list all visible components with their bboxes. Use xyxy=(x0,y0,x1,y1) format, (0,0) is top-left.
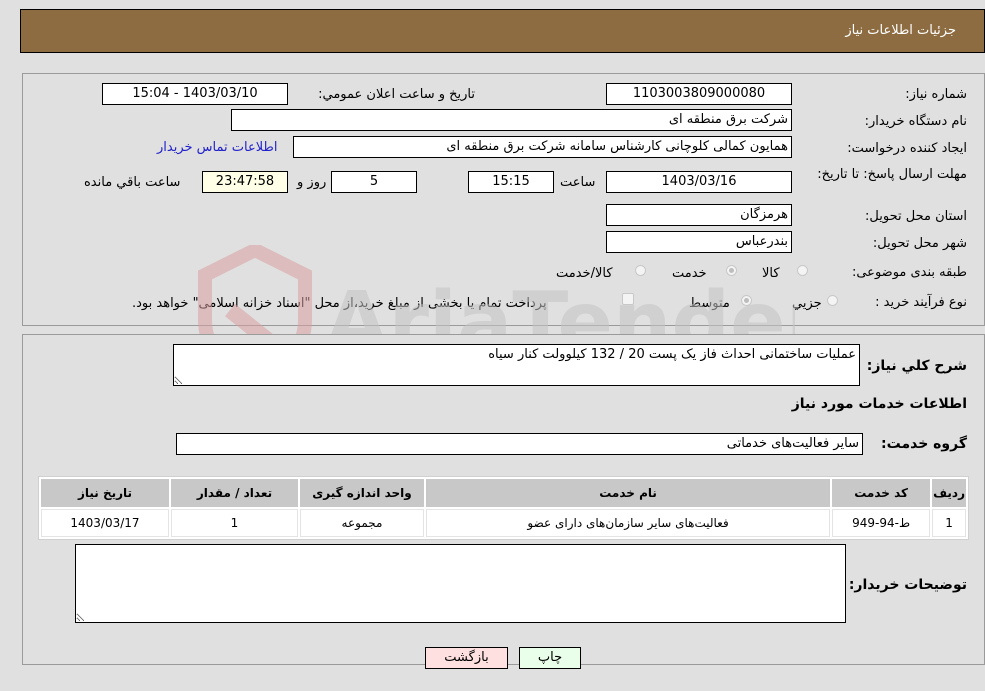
service-group-label: گروه خدمت: xyxy=(881,436,967,452)
purchase-type-radio-minor[interactable] xyxy=(827,295,838,306)
table-row: 1 ط-94-949 فعالیت‌های سایر سازمان‌های دا… xyxy=(41,509,966,537)
page-header: جزئیات اطلاعات نیاز xyxy=(20,9,985,53)
need-number-label: شماره نیاز: xyxy=(905,87,967,102)
col-service-code: کد خدمت xyxy=(832,479,931,507)
back-button[interactable]: بازگشت xyxy=(425,647,508,669)
col-row-number: رديف xyxy=(932,479,966,507)
buyer-org-label: نام دستگاه خريدار: xyxy=(864,114,967,129)
cell-unit: مجموعه xyxy=(300,509,424,537)
buyer-org-field: شرکت برق منطقه ای xyxy=(231,109,792,131)
cell-quantity: 1 xyxy=(171,509,298,537)
remaining-time-field: 23:47:58 xyxy=(202,171,288,193)
cell-row-number: 1 xyxy=(932,509,966,537)
province-field: هرمزگان xyxy=(606,204,792,226)
cell-service-code: ط-94-949 xyxy=(832,509,931,537)
buyer-notes-label: توضیحات خریدار: xyxy=(848,577,967,593)
services-table: رديف کد خدمت نام خدمت واحد اندازه گیری ت… xyxy=(38,476,969,540)
category-radio-goods[interactable] xyxy=(797,265,808,276)
requester-label: ایجاد کننده درخواست: xyxy=(847,141,967,156)
announce-datetime-label: تاریخ و ساعت اعلان عمومي: xyxy=(318,87,475,102)
purchase-type-option-medium: متوسط xyxy=(689,296,730,311)
col-service-name: نام خدمت xyxy=(426,479,831,507)
category-option-service: خدمت xyxy=(672,266,707,281)
province-label: استان محل تحویل: xyxy=(865,209,967,224)
city-label: شهر محل تحویل: xyxy=(872,236,967,251)
days-label: روز و xyxy=(297,175,327,190)
cell-service-name: فعالیت‌های سایر سازمان‌های دارای عضو xyxy=(426,509,831,537)
category-label: طبقه بندی موضوعی: xyxy=(851,265,967,280)
purchase-type-option-minor: جزيي xyxy=(792,296,822,311)
cell-need-date: 1403/03/17 xyxy=(41,509,169,537)
deadline-date-field: 1403/03/16 xyxy=(606,171,792,193)
table-header-row: رديف کد خدمت نام خدمت واحد اندازه گیری ت… xyxy=(41,479,966,507)
description-label: شرح کلي نياز: xyxy=(866,358,967,374)
buyer-notes-textarea[interactable] xyxy=(75,544,846,623)
deadline-time-field: 15:15 xyxy=(468,171,554,193)
buyer-contact-link[interactable]: اطلاعات تماس خریدار xyxy=(157,140,277,155)
deadline-label: مهلت ارسال پاسخ: تا تاریخ: xyxy=(817,166,967,184)
description-textarea[interactable]: عملیات ساختمانی احداث فاز یک پست 20 / 13… xyxy=(173,344,860,386)
treasury-note: پرداخت تمام یا بخشی از مبلغ خرید،از محل … xyxy=(132,296,547,311)
service-group-field: سایر فعالیت‌های خدماتی xyxy=(176,433,863,455)
category-radio-goods-service[interactable] xyxy=(635,265,646,276)
category-option-goods: کالا xyxy=(762,266,780,281)
treasury-checkbox[interactable] xyxy=(622,293,634,305)
services-table-wrap: رديف کد خدمت نام خدمت واحد اندازه گیری ت… xyxy=(38,476,969,540)
announce-datetime-field: 1403/03/10 - 15:04 xyxy=(102,83,288,105)
purchase-type-radio-medium[interactable] xyxy=(741,295,752,306)
col-need-date: تاریخ نیاز xyxy=(41,479,169,507)
category-radio-service[interactable] xyxy=(726,265,737,276)
col-quantity: تعداد / مقدار xyxy=(171,479,298,507)
purchase-type-label: نوع فرآیند خرید : xyxy=(875,295,967,310)
deadline-label-text: مهلت ارسال پاسخ: تا تاریخ: xyxy=(817,167,967,182)
col-unit: واحد اندازه گیری xyxy=(300,479,424,507)
page-title: جزئیات اطلاعات نیاز xyxy=(845,23,956,38)
requester-field: همایون کمالی کلوچانی کارشناس سامانه شرکت… xyxy=(293,136,792,158)
print-button[interactable]: چاپ xyxy=(519,647,581,669)
remaining-time-label: ساعت باقي مانده xyxy=(84,175,181,190)
category-option-goods-service: کالا/خدمت xyxy=(556,266,613,281)
city-field: بندرعباس xyxy=(606,231,792,253)
remaining-days-field: 5 xyxy=(331,171,417,193)
services-section-title: اطلاعات خدمات مورد نیاز xyxy=(791,396,967,412)
need-number-field: 1103003809000080 xyxy=(606,83,792,105)
deadline-time-label: ساعت xyxy=(560,175,596,190)
